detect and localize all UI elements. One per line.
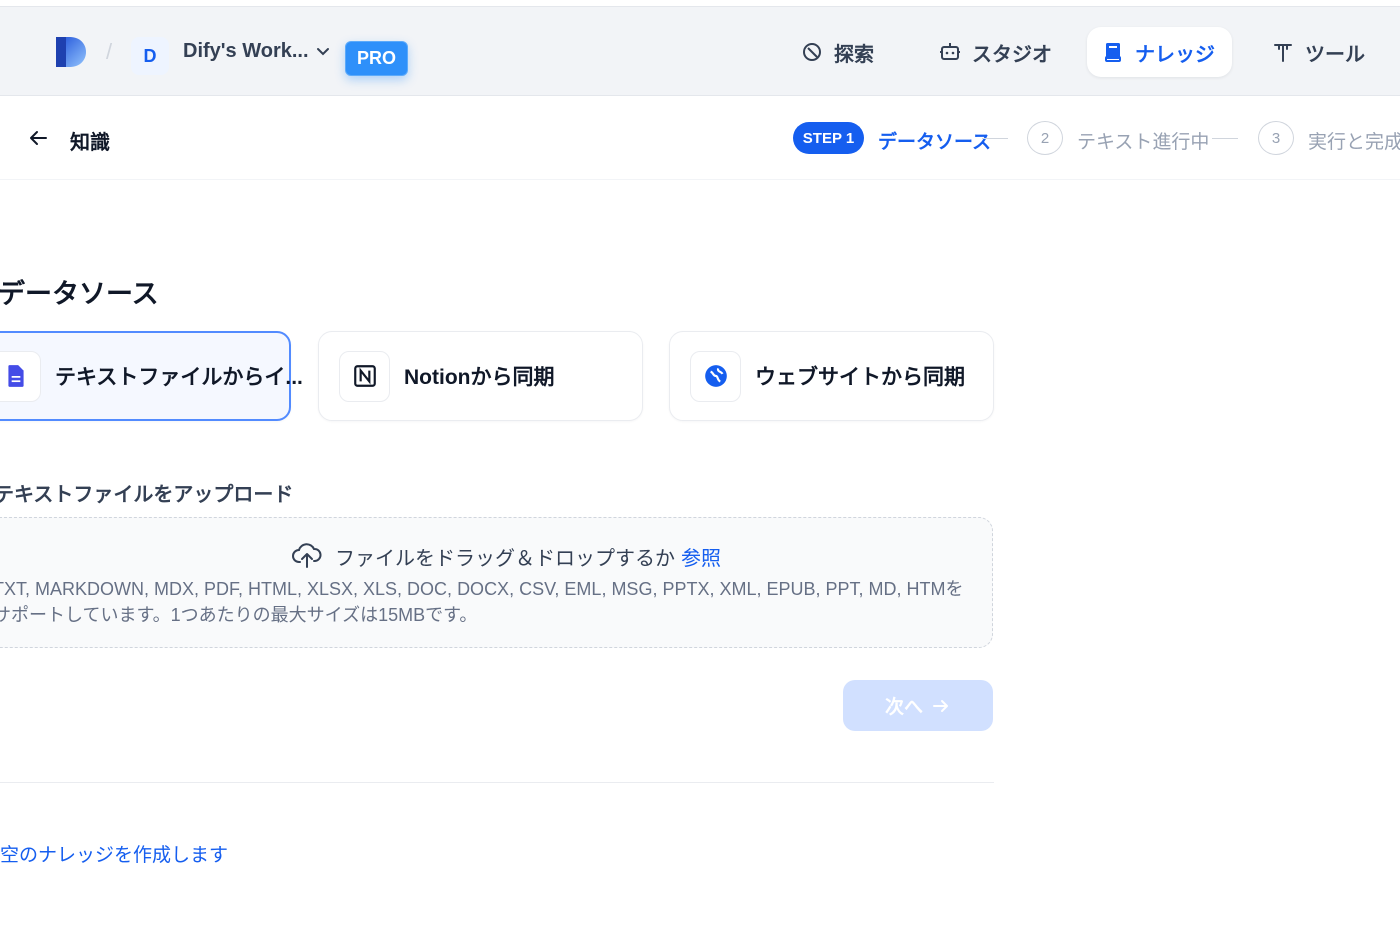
nav-tools-label: ツール — [1305, 43, 1365, 66]
tools-icon — [1274, 44, 1292, 62]
source-option-file-label: テキストファイルからイ... — [55, 366, 303, 389]
divider — [0, 782, 994, 783]
nav-explore-label: 探索 — [834, 43, 874, 66]
step-connector — [1212, 138, 1238, 139]
nav-studio[interactable]: スタジオ — [924, 27, 1066, 77]
globe-icon — [704, 365, 727, 387]
dropzone-prompt: ファイルをドラッグ＆ドロップするか 参照 — [291, 540, 721, 572]
upload-section-label: テキストファイルをアップロード — [0, 484, 294, 506]
step-1-label: データソース — [878, 132, 992, 153]
dropzone-text: ファイルをドラッグ＆ドロップするか — [335, 547, 675, 570]
source-option-notion-label: Notionから同期 — [404, 366, 555, 389]
nav-knowledge[interactable]: ナレッジ — [1087, 27, 1232, 77]
source-option-website-label: ウェブサイトから同期 — [755, 366, 965, 389]
nav-tools[interactable]: ツール — [1257, 27, 1379, 77]
arrow-left-icon[interactable] — [26, 126, 50, 150]
nav-explore[interactable]: 探索 — [786, 27, 888, 77]
plan-badge[interactable]: PRO — [345, 41, 408, 76]
source-option-website[interactable]: ウェブサイトから同期 — [669, 331, 994, 421]
section-title: データソース — [0, 279, 159, 309]
compass-icon — [803, 43, 821, 61]
workspace-name[interactable]: Dify's Work... — [183, 40, 309, 63]
step-2-number: 2 — [1027, 121, 1063, 155]
file-text-icon — [7, 365, 24, 387]
breadcrumb-separator: / — [106, 39, 113, 64]
workspace-avatar[interactable]: D — [131, 37, 169, 75]
file-dropzone[interactable]: ファイルをドラッグ＆ドロップするか 参照 TXT, MARKDOWN, MDX,… — [0, 517, 993, 648]
arrow-right-icon — [933, 699, 948, 712]
book-icon — [1105, 43, 1121, 62]
create-empty-knowledge-link[interactable]: 空のナレッジを作成します — [0, 840, 228, 867]
step-1-badge: STEP 1 — [793, 122, 864, 154]
step-3-number: 3 — [1258, 121, 1294, 155]
nav-knowledge-label: ナレッジ — [1135, 43, 1215, 66]
card-icon-box — [339, 350, 390, 402]
chevron-down-icon[interactable] — [316, 45, 330, 59]
source-option-file[interactable]: テキストファイルからイ... — [0, 331, 303, 421]
robot-icon — [940, 43, 960, 60]
source-option-notion[interactable]: Notionから同期 — [318, 331, 643, 421]
dify-logo[interactable] — [54, 35, 88, 69]
next-button-label: 次へ — [884, 697, 923, 718]
notion-icon — [353, 365, 376, 387]
page-title: 知識 — [70, 132, 110, 154]
step-connector — [982, 138, 1008, 139]
nav-studio-label: スタジオ — [972, 43, 1052, 66]
cloud-upload-icon — [292, 543, 322, 568]
card-icon-box — [0, 350, 41, 402]
supported-formats-text: TXT, MARKDOWN, MDX, PDF, HTML, XLSX, XLS… — [0, 579, 964, 625]
next-button[interactable]: 次へ — [843, 680, 993, 731]
page-header: 知識 STEP 1 データソース 2 テキスト進行中 3 実行と完成 — [0, 97, 1400, 180]
step-2-label: テキスト進行中 — [1077, 132, 1210, 153]
step-3-label: 実行と完成 — [1308, 132, 1400, 153]
browse-link[interactable]: 参照 — [681, 542, 721, 571]
card-icon-box — [690, 350, 741, 402]
top-navigation-bar: / D Dify's Work... PRO 探索 スタジオ ナレッジ ツール — [0, 6, 1400, 96]
